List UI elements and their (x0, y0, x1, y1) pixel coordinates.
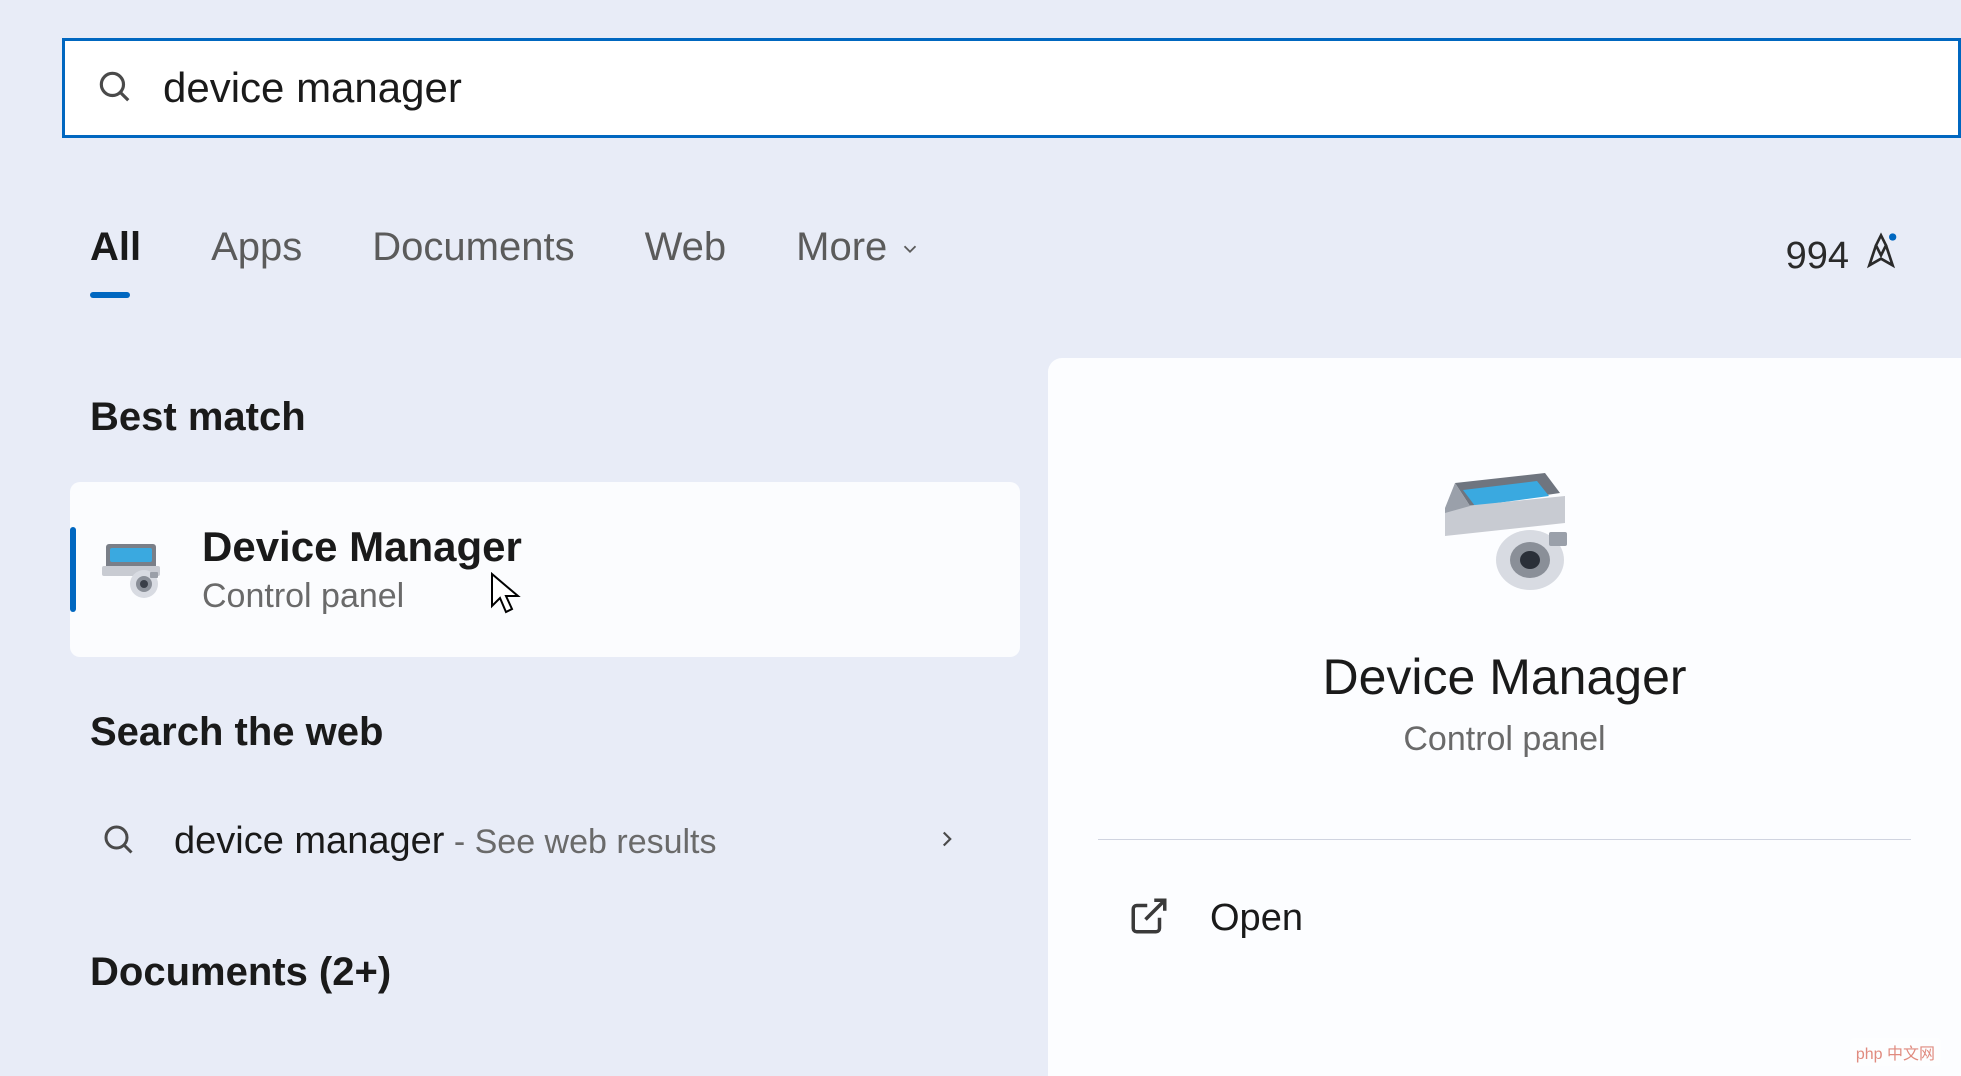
detail-subtitle: Control panel (1403, 720, 1605, 759)
open-action[interactable]: Open (1128, 895, 1303, 942)
search-filter-tabs: All Apps Documents Web More 994 (90, 225, 1901, 288)
search-web-heading: Search the web (90, 710, 383, 755)
search-bar[interactable] (62, 38, 1961, 138)
divider (1098, 839, 1911, 840)
search-input[interactable] (163, 64, 1928, 112)
tab-web[interactable]: Web (645, 225, 727, 288)
tab-more-label: More (796, 225, 887, 270)
rewards-counter[interactable]: 994 (1786, 232, 1901, 282)
best-match-result[interactable]: Device Manager Control panel (70, 482, 1020, 657)
result-detail-panel: Device Manager Control panel Open (1048, 358, 1961, 1076)
tab-all[interactable]: All (90, 225, 141, 288)
tab-documents[interactable]: Documents (372, 225, 574, 288)
best-match-title: Device Manager (202, 523, 522, 571)
search-icon (95, 67, 133, 110)
best-match-subtitle: Control panel (202, 577, 522, 616)
watermark: php 中文网 (1850, 1038, 1941, 1066)
tab-more[interactable]: More (796, 225, 921, 288)
web-search-result[interactable]: device manager - See web results (100, 820, 960, 863)
web-result-suffix: - See web results (444, 823, 716, 861)
best-match-heading: Best match (90, 395, 306, 440)
chevron-right-icon (934, 826, 960, 857)
rewards-badge-icon (1861, 232, 1901, 282)
device-manager-icon (1425, 468, 1585, 598)
documents-heading: Documents (2+) (90, 950, 391, 995)
tab-apps[interactable]: Apps (211, 225, 302, 288)
search-icon (100, 821, 136, 862)
open-external-icon (1128, 895, 1170, 942)
open-label: Open (1210, 897, 1303, 940)
device-manager-icon (98, 535, 168, 605)
rewards-points: 994 (1786, 235, 1849, 278)
chevron-down-icon (899, 225, 921, 270)
web-result-query: device manager (174, 820, 444, 862)
detail-title: Device Manager (1322, 648, 1686, 706)
